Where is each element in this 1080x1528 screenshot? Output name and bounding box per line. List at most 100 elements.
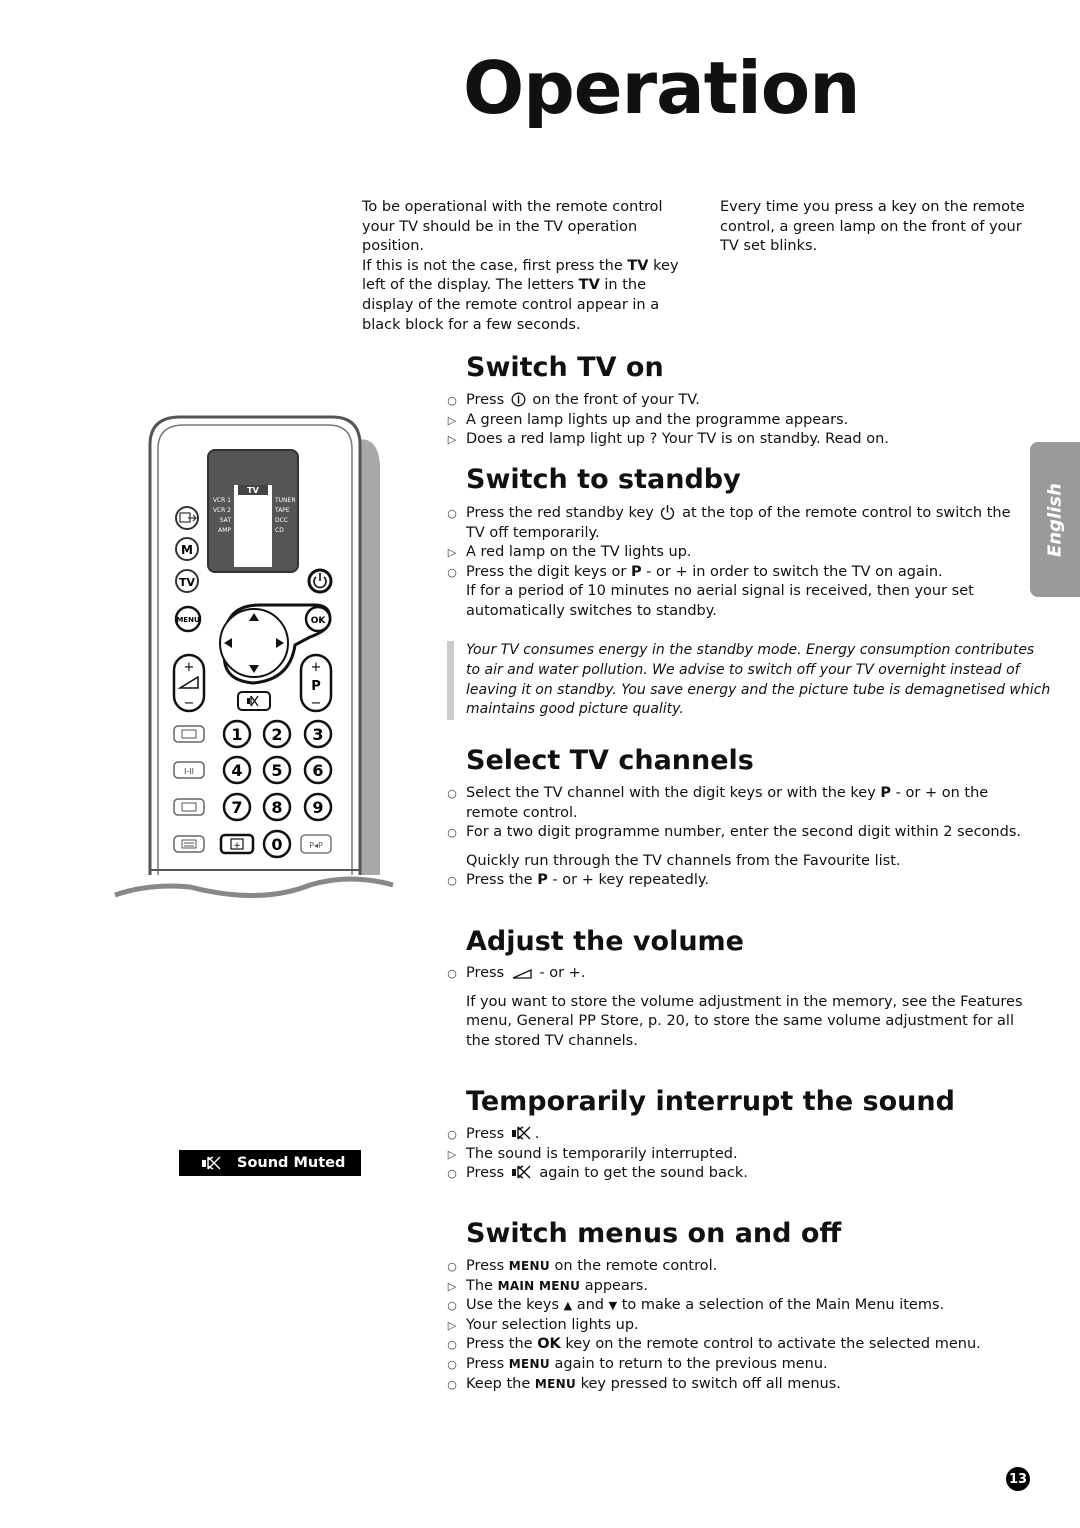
sound-muted-label: Sound Muted (237, 1155, 346, 1171)
text: Press (466, 965, 509, 981)
text: again to get the sound back. (534, 1165, 748, 1182)
svg-text:4: 4 (231, 761, 242, 780)
action-item: ○ Press - or +. (444, 964, 1029, 984)
text: Select the TV channel with the digit key… (466, 785, 881, 801)
action-bullet-icon: ○ (447, 1338, 457, 1352)
text: - or +. (534, 965, 586, 981)
page-number: 13 (1006, 1467, 1030, 1491)
key-label: MAIN MENU (497, 1278, 581, 1293)
mode-label: DCC (275, 517, 288, 524)
tv-key: TV (175, 569, 199, 593)
svg-text:+: + (233, 841, 241, 851)
svg-text:9: 9 (312, 798, 323, 817)
source-key (175, 506, 199, 530)
action-item: ○ Select the TV channel with the digit ke… (444, 784, 1029, 823)
key-label: TV (578, 277, 600, 294)
svg-text:P◂P: P◂P (309, 841, 323, 850)
svg-text:−: − (311, 696, 322, 711)
svg-text:+: + (184, 660, 195, 675)
text: on the remote control. (549, 1258, 718, 1274)
mode-label: AMP (218, 527, 231, 534)
text: key on the remote control to activate th… (560, 1336, 981, 1353)
intro-paragraph: Every time you press a key on the remote… (720, 199, 1025, 255)
action-item: ○ Press . (444, 1125, 1029, 1145)
mute-key (237, 691, 271, 711)
svg-text:M: M (181, 543, 193, 557)
energy-note: Your TV consumes energy in the standby m… (447, 641, 1051, 721)
svg-text:+: + (311, 660, 322, 675)
text: Press the (466, 1336, 538, 1353)
svg-text:2: 2 (271, 725, 282, 744)
mode-label: CD (275, 527, 284, 534)
text: Use the keys (466, 1297, 564, 1314)
intro-paragraph: To be operational with the remote contro… (362, 199, 663, 255)
mode-label: TUNER (274, 497, 296, 504)
program-rocker: + P − (299, 653, 333, 713)
action-bullet-icon: ○ (447, 507, 457, 520)
dual-key: I-II (173, 761, 205, 779)
volume-rocker: +− (172, 653, 206, 713)
text: key pressed to switch off all menus. (576, 1375, 841, 1392)
intro-left: To be operational with the remote contro… (362, 198, 682, 335)
result-arrow-icon: ▷ (447, 1147, 457, 1161)
result-item: ▷ The MAIN MENU appears. (444, 1277, 1029, 1297)
menus-list: ○ Press MENU on the remote control. ▷ The … (444, 1257, 1029, 1394)
result-arrow-icon: ▷ (447, 1318, 457, 1332)
result-arrow-icon: ▷ (447, 546, 457, 560)
channels-list: ○ Select the TV channel with the digit ke… (444, 784, 1029, 891)
action-item: ○ Press the digit keys or P - or + in ord… (444, 563, 1029, 583)
text: Press (466, 1165, 509, 1182)
mute-icon (511, 1165, 531, 1179)
mute-list: ○ Press . ▷ The sound is temporarily inter… (444, 1125, 1029, 1184)
remote-hand-line (114, 876, 394, 898)
arrow-up-icon: ▲ (563, 1299, 573, 1313)
mode-label: SAT (220, 517, 232, 524)
text: on the front of your TV. (527, 392, 700, 408)
text: Quickly run through the TV channels from… (466, 852, 901, 869)
text: again to return to the previous menu. (549, 1355, 828, 1372)
text: Press (466, 1355, 509, 1372)
page-title: Operation (463, 46, 860, 130)
mute-icon (511, 1126, 531, 1140)
text: Your selection lights up. (466, 1316, 639, 1333)
section-heading-volume: Adjust the volume (466, 926, 744, 957)
action-bullet-icon: ○ (447, 1260, 457, 1273)
key-label: P (537, 872, 548, 889)
action-item: ○ Press MENU again to return to the previ… (444, 1355, 1029, 1375)
power-on-icon (511, 392, 526, 407)
svg-text:5: 5 (271, 761, 282, 780)
digit-key-4: 4 (222, 755, 252, 785)
result-arrow-icon: ▷ (447, 433, 457, 447)
text: Press (466, 392, 509, 408)
svg-text:8: 8 (271, 798, 282, 817)
ok-key: OK (304, 605, 332, 633)
text: Press the red standby key (466, 505, 659, 521)
text: . (534, 1126, 540, 1142)
text: Press (466, 1258, 509, 1274)
menu-key: MENU (174, 605, 202, 633)
digit-key-5: 5 (262, 755, 292, 785)
text: Press the (466, 872, 538, 889)
digit-key-7: 7 (222, 792, 252, 822)
text: - or + key repeatedly. (547, 872, 710, 889)
text: If this is not the case, first press the (362, 257, 628, 274)
result-item: ▷ The sound is temporarily interrupted. (444, 1145, 1029, 1165)
result-item: ▷ Does a red lamp light up ? Your TV is o… (444, 430, 1029, 450)
display-mode: TV (247, 486, 259, 495)
text: to make a selection of the Main Menu ite… (617, 1297, 945, 1314)
svg-text:P: P (311, 679, 321, 694)
subtitle-key (173, 798, 205, 816)
svg-text:3: 3 (312, 725, 323, 744)
mode-label: TAPE (274, 507, 290, 514)
action-bullet-icon: ○ (447, 394, 457, 407)
standby-list: ○ Press the red standby key at the top of… (444, 504, 1029, 622)
text: - or + in order to switch the TV on agai… (641, 563, 943, 580)
action-item: ○ Press the OK key on the remote control … (444, 1335, 1029, 1355)
key-label: P (880, 785, 892, 801)
m-key: M (175, 537, 199, 561)
svg-text:I-II: I-II (184, 767, 194, 776)
standby-icon (661, 505, 675, 520)
section-heading-mute: Temporarily interrupt the sound (466, 1086, 955, 1117)
action-bullet-icon: ○ (447, 1377, 457, 1391)
section-heading-menus: Switch menus on and off (466, 1218, 842, 1249)
